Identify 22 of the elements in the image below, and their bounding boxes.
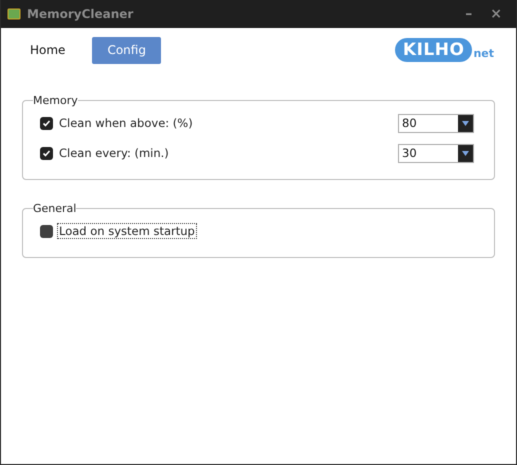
- group-title: Memory: [33, 94, 78, 107]
- close-button[interactable]: ×: [484, 6, 508, 22]
- window-title: MemoryCleaner: [27, 7, 134, 21]
- chip-icon: [7, 7, 21, 21]
- check-icon: [42, 118, 51, 128]
- tab[interactable]: Home: [15, 36, 80, 64]
- checkbox-label[interactable]: Clean when above: (%): [58, 116, 194, 130]
- checkbox[interactable]: [40, 224, 53, 238]
- logo-suffix: net: [473, 47, 494, 60]
- dropdown[interactable]: 80: [398, 114, 474, 132]
- tab[interactable]: Config: [92, 36, 161, 64]
- caret-icon: [458, 114, 473, 132]
- checkbox-label[interactable]: Load on system startup: [58, 224, 196, 238]
- checkbox[interactable]: [40, 146, 53, 160]
- group-title: General: [33, 202, 76, 215]
- dropdown[interactable]: 30: [398, 144, 474, 162]
- check-icon: [42, 148, 51, 158]
- minimize-button[interactable]: –: [459, 6, 478, 22]
- checkbox-label[interactable]: Clean every: (min.): [58, 146, 170, 160]
- logo: KILHO: [394, 38, 472, 62]
- checkbox[interactable]: [40, 116, 53, 130]
- caret-icon: [458, 144, 473, 162]
